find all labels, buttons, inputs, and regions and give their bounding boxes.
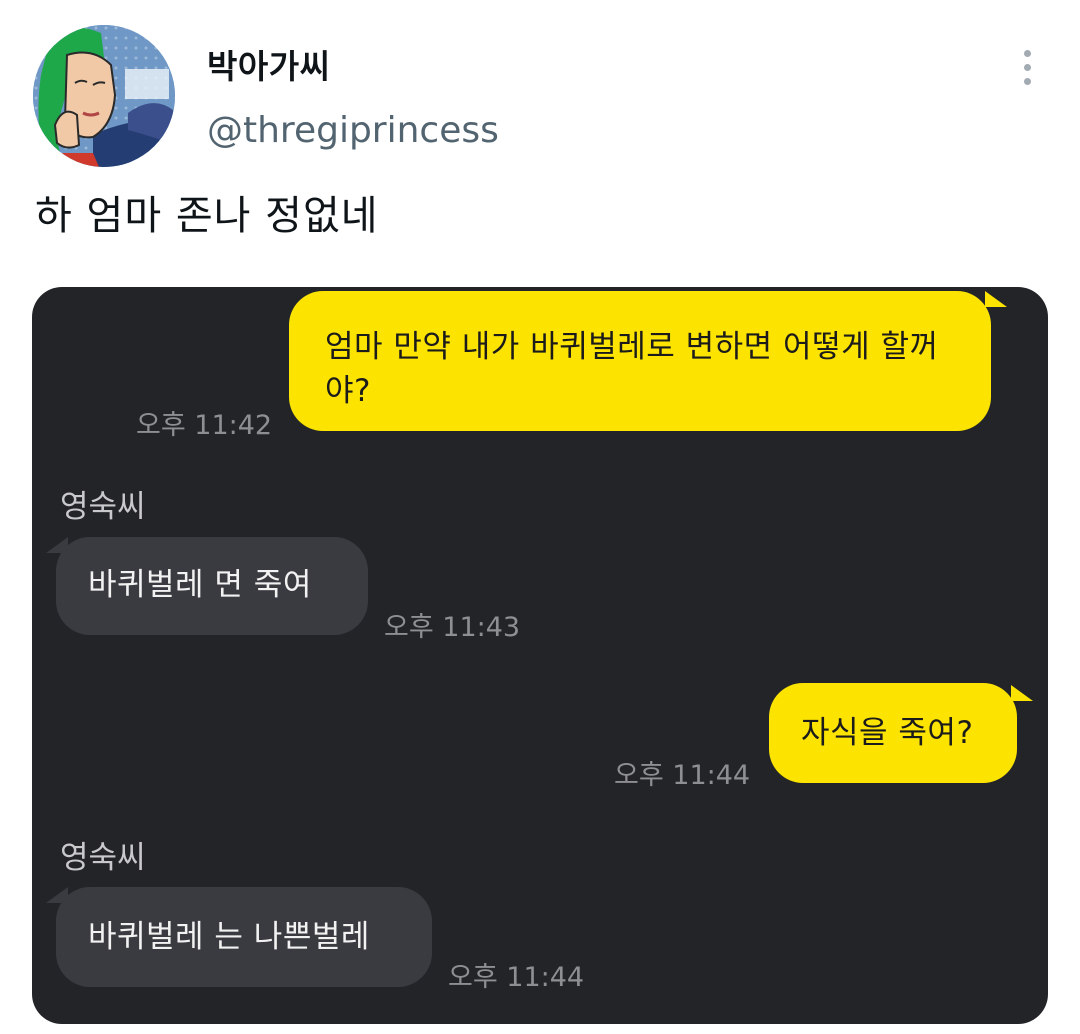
tweet-text: 하 엄마 존나 정없네 [35,193,379,239]
avatar-illustration [33,25,175,167]
message-time: 오후 11:42 [136,410,273,441]
bubble-tail [985,291,1007,307]
message-text-line: 엄마 만약 내가 바퀴벌레로 변하면 어떻게 할꺼 [325,329,939,365]
three-dots-vertical-icon[interactable] [1010,46,1046,90]
message-time: 오후 11:44 [448,962,585,993]
outgoing-message: 엄마 만약 내가 바퀴벌레로 변하면 어떻게 할꺼 야? [289,291,991,431]
message-time: 오후 11:43 [384,612,521,643]
message-text-line: 야? [325,373,371,409]
outgoing-message: 자식을 죽여? [769,683,1017,783]
bubble-tail [1011,685,1033,701]
incoming-message: 바퀴벌레 면 죽여 [56,537,368,635]
profile-avatar[interactable] [33,25,175,167]
incoming-message: 바퀴벌레 는 나쁜벌레 [56,887,432,987]
more-dot [1024,50,1031,57]
message-text: 자식을 죽여? [801,715,974,751]
message-text: 바퀴벌레 는 나쁜벌레 [88,919,370,955]
message-time: 오후 11:44 [614,760,751,791]
chat-screenshot[interactable]: 엄마 만약 내가 바퀴벌레로 변하면 어떻게 할꺼 야? 오후 11:42 영숙… [32,287,1048,1024]
bubble-tail [46,887,68,903]
sender-name: 영숙씨 [60,840,146,876]
more-dot [1024,78,1031,85]
user-handle[interactable]: @thregiprincess [207,110,499,151]
display-name[interactable]: 박아가씨 [207,40,330,88]
bubble-tail [46,537,68,553]
more-dot [1024,64,1031,71]
sender-name: 영숙씨 [60,489,146,525]
message-text: 바퀴벌레 면 죽여 [88,567,312,603]
